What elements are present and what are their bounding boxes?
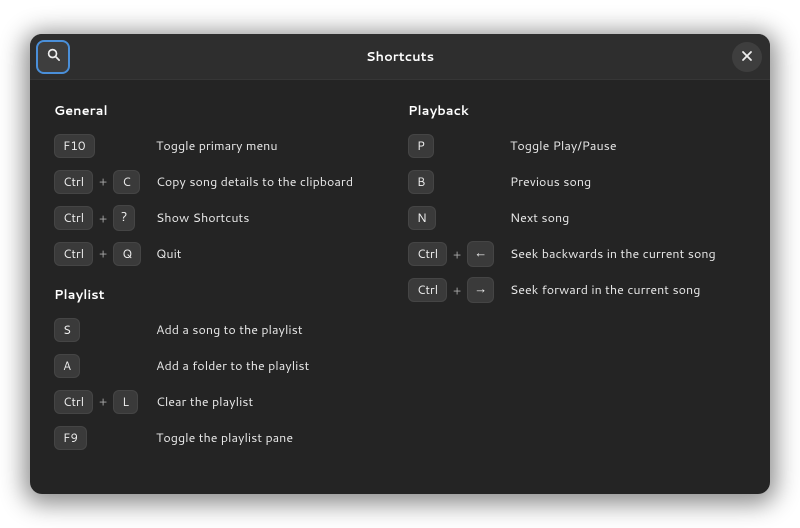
shortcut-keys: F10 [54, 134, 146, 158]
shortcut-row: Ctrl + → Seek forward in the current song [408, 272, 746, 308]
search-button[interactable] [38, 42, 68, 72]
shortcuts-content: General F10 Toggle primary menu Ctrl + C Copy … [30, 80, 770, 494]
key-plus: + [453, 246, 461, 263]
titlebar: Shortcuts [30, 34, 770, 80]
key-cap: Ctrl [408, 242, 447, 266]
key-cap: Ctrl [54, 206, 93, 230]
shortcut-row: B Previous song [408, 164, 746, 200]
shortcut-description: Seek backwards in the current song [510, 245, 716, 263]
shortcut-row: P Toggle Play/Pause [408, 128, 746, 164]
key-plus: + [99, 393, 107, 410]
shortcut-row: Ctrl + L Clear the playlist [54, 384, 392, 420]
key-cap: A [54, 354, 80, 378]
shortcut-row: Ctrl + C Copy song details to the clipboard [54, 164, 392, 200]
shortcut-description: Seek forward in the current song [510, 281, 700, 299]
section-title: Playback [408, 102, 746, 120]
shortcut-description: Toggle Play/Pause [510, 137, 617, 155]
key-cap: F9 [54, 426, 87, 450]
shortcut-description: Next song [510, 209, 569, 227]
titlebar-center: Shortcuts [366, 48, 434, 66]
close-button[interactable] [732, 42, 762, 72]
shortcuts-window: Shortcuts General F10 Toggle primary menu C… [30, 34, 770, 494]
shortcut-row: S Add a song to the playlist [54, 312, 392, 348]
shortcut-row: F9 Toggle the playlist pane [54, 420, 392, 456]
key-cap: → [467, 277, 494, 303]
shortcut-keys: Ctrl + → [408, 277, 500, 303]
key-cap: Ctrl [54, 242, 93, 266]
shortcut-row: Ctrl +? Show Shortcuts [54, 200, 392, 236]
key-cap: F10 [54, 134, 95, 158]
shortcut-row: F10 Toggle primary menu [54, 128, 392, 164]
shortcut-keys: S [54, 318, 146, 342]
key-cap: S [54, 318, 80, 342]
shortcut-keys: B [408, 170, 500, 194]
shortcuts-section: Playlist S Add a song to the playlist A Add … [54, 286, 392, 456]
section-title: Playlist [54, 286, 392, 304]
shortcut-keys: Ctrl + L [54, 390, 146, 414]
search-icon [46, 45, 61, 68]
key-cap: ← [467, 241, 494, 267]
shortcuts-column: Playback P Toggle Play/Pause B Previous song… [408, 94, 746, 474]
key-plus: + [99, 173, 107, 190]
shortcut-description: Add a folder to the playlist [156, 357, 309, 375]
page-title: Shortcuts [366, 48, 434, 66]
key-cap: P [408, 134, 434, 158]
shortcut-keys: P [408, 134, 500, 158]
key-cap: Ctrl [408, 278, 447, 302]
key-cap: Ctrl [54, 170, 93, 194]
titlebar-left [38, 42, 366, 72]
key-plus: + [453, 282, 461, 299]
section-title: General [54, 102, 392, 120]
shortcut-row: Ctrl + ← Seek backwards in the current song [408, 236, 746, 272]
shortcut-description: Show Shortcuts [156, 209, 249, 227]
shortcut-description: Add a song to the playlist [156, 321, 303, 339]
shortcut-description: Quit [156, 245, 182, 263]
titlebar-right [434, 42, 762, 72]
shortcut-keys: Ctrl + Q [54, 242, 146, 266]
key-cap: B [408, 170, 434, 194]
shortcut-description: Toggle primary menu [156, 137, 278, 155]
key-cap: Ctrl [54, 390, 93, 414]
shortcut-row: A Add a folder to the playlist [54, 348, 392, 384]
key-cap: L [113, 390, 138, 414]
key-cap: N [408, 206, 436, 230]
key-cap: ? [113, 205, 135, 231]
shortcut-description: Copy song details to the clipboard [156, 173, 353, 191]
shortcut-description: Clear the playlist [156, 393, 253, 411]
key-plus: + [99, 210, 107, 227]
shortcut-row: N Next song [408, 200, 746, 236]
shortcuts-section: General F10 Toggle primary menu Ctrl + C Copy … [54, 102, 392, 272]
close-icon [741, 45, 753, 68]
key-cap: Q [113, 242, 141, 266]
shortcut-row: Ctrl + Q Quit [54, 236, 392, 272]
key-plus: + [99, 245, 107, 262]
shortcut-description: Previous song [510, 173, 591, 191]
key-cap: C [113, 170, 140, 194]
shortcuts-section: Playback P Toggle Play/Pause B Previous song… [408, 102, 746, 308]
shortcut-keys: N [408, 206, 500, 230]
shortcuts-column: General F10 Toggle primary menu Ctrl + C Copy … [54, 94, 392, 474]
shortcut-keys: Ctrl + C [54, 170, 146, 194]
shortcut-keys: F9 [54, 426, 146, 450]
shortcut-description: Toggle the playlist pane [156, 429, 293, 447]
shortcut-keys: A [54, 354, 146, 378]
shortcut-keys: Ctrl +? [54, 205, 146, 231]
shortcut-keys: Ctrl + ← [408, 241, 500, 267]
